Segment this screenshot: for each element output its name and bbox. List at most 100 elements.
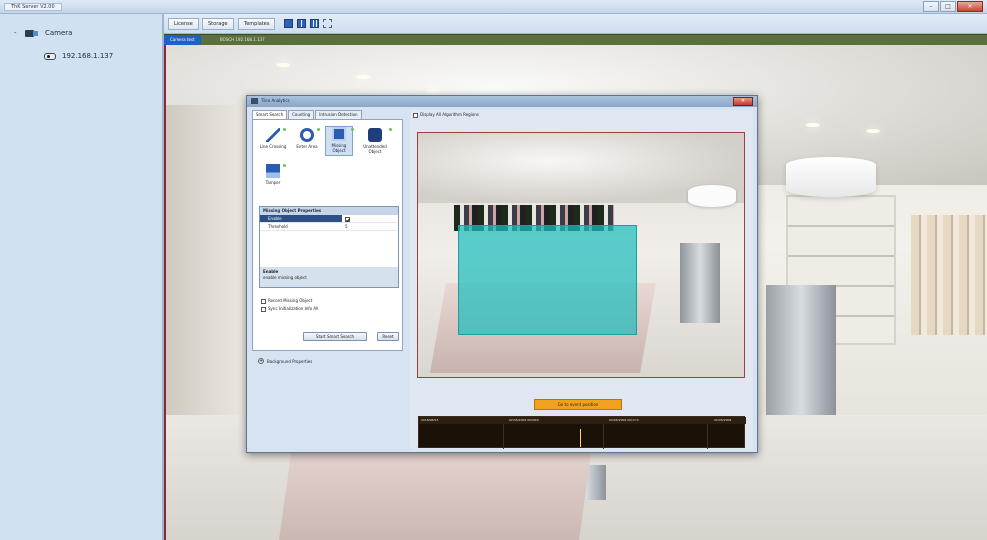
timeline-label: 02/05/2009 00/08/0 bbox=[509, 418, 539, 422]
function-line-crossing[interactable]: Line Crossing bbox=[259, 128, 287, 149]
tree-node-camera[interactable]: - Camera bbox=[14, 28, 72, 38]
maximize-button[interactable]: □ bbox=[940, 1, 956, 12]
function-tamper[interactable]: Tamper bbox=[259, 164, 287, 185]
ceiling-light-icon bbox=[866, 129, 880, 133]
function-unattended-object[interactable]: Unattended Object bbox=[361, 128, 389, 154]
minimize-button[interactable]: – bbox=[923, 1, 939, 12]
close-button[interactable]: ✕ bbox=[957, 1, 983, 12]
go-to-event-button[interactable]: Go to event position bbox=[534, 399, 622, 410]
timeline-bar[interactable]: 2018/08/23 02/05/2009 00/08/0 02/05/2009… bbox=[418, 416, 746, 449]
function-label: Unattended Object bbox=[363, 144, 387, 154]
timeline-tick bbox=[707, 424, 708, 449]
sync-label: Sync Initialization Info All bbox=[268, 306, 319, 311]
timeline-cursor[interactable] bbox=[580, 429, 581, 447]
display-all-option[interactable]: Display All Algorithm Regions bbox=[413, 112, 479, 118]
tab-intrusion-detection[interactable]: Intrusion Detection bbox=[315, 110, 362, 119]
timeline-tick bbox=[503, 424, 504, 449]
timeline-label: 02/05/2009 bbox=[714, 418, 732, 422]
video-wall bbox=[166, 105, 246, 425]
sync-option[interactable]: Sync Initialization Info All bbox=[261, 306, 318, 312]
function-label: Line Crossing bbox=[259, 144, 287, 149]
status-dot bbox=[389, 128, 392, 131]
background-properties-section[interactable]: + Background Properties bbox=[258, 358, 312, 364]
enter-area-icon bbox=[300, 128, 314, 142]
analytics-tabs: Smart Search Counting Intrusion Detectio… bbox=[252, 110, 363, 119]
timeline-tick bbox=[603, 424, 604, 449]
display-all-label: Display All Algorithm Regions bbox=[420, 112, 479, 117]
timeline-label: 02/05/2009 00/17:0 bbox=[609, 418, 639, 422]
function-label: Missing Object bbox=[331, 143, 347, 153]
threshold-value[interactable]: 5 bbox=[342, 223, 398, 230]
status-dot bbox=[283, 164, 286, 167]
tab-license[interactable]: License bbox=[168, 18, 199, 30]
window-title-bar: ThK Server V2.00 – □ ✕ bbox=[0, 0, 987, 14]
description-text: enable missing object bbox=[263, 275, 307, 280]
tree-node-camera-ip[interactable]: 192.168.1.137 bbox=[44, 52, 113, 60]
property-key: Enable bbox=[260, 215, 342, 222]
status-dot bbox=[283, 128, 286, 131]
layout-nine-icon[interactable] bbox=[310, 19, 319, 28]
window-controls: – □ ✕ bbox=[923, 1, 983, 12]
preview-pane: Display All Algorithm Regions Go to even… bbox=[410, 110, 753, 450]
ceiling-light-icon bbox=[356, 75, 370, 79]
tab-storage[interactable]: Storage bbox=[202, 18, 234, 30]
function-missing-object[interactable]: Missing Object bbox=[325, 126, 353, 156]
camera-preview[interactable] bbox=[417, 132, 745, 378]
smart-search-panel: Line Crossing Enter Area Missing Object … bbox=[252, 119, 403, 351]
start-smart-search-button[interactable]: Start Smart Search bbox=[303, 332, 367, 341]
layout-quad-icon[interactable] bbox=[297, 19, 306, 28]
analytics-dialog: Tilco Analytics ✕ Smart Search Counting … bbox=[246, 95, 758, 453]
tab-counting[interactable]: Counting bbox=[288, 110, 315, 119]
background-properties-label: Background Properties bbox=[267, 358, 313, 364]
unattended-object-icon bbox=[368, 128, 382, 142]
properties-grid: Missing Object Properties Enable Thresho… bbox=[259, 206, 399, 288]
property-key: Threshold bbox=[268, 224, 288, 229]
top-toolbar: License Storage Templates bbox=[164, 14, 987, 34]
property-description: Enable enable missing object bbox=[260, 267, 398, 287]
analytics-settings-pane: Smart Search Counting Intrusion Detectio… bbox=[252, 110, 405, 450]
timeline-label: 2018/08/23 bbox=[421, 418, 439, 422]
camera-icon bbox=[44, 52, 56, 60]
properties-header: Missing Object Properties bbox=[260, 207, 398, 215]
ceiling-light-icon bbox=[806, 123, 820, 127]
ceiling-light-icon bbox=[426, 89, 440, 93]
dialog-close-button[interactable]: ✕ bbox=[733, 97, 753, 106]
property-row-enable[interactable]: Enable bbox=[260, 215, 398, 223]
sync-checkbox[interactable] bbox=[261, 306, 266, 312]
function-label: Enter Area bbox=[296, 144, 318, 149]
timeline-labels: 2018/08/23 02/05/2009 00/08/0 02/05/2009… bbox=[419, 417, 746, 424]
channel-info: BOSCH 192.168.1.137 bbox=[220, 37, 265, 42]
collapse-icon[interactable]: - bbox=[14, 29, 19, 37]
property-row-threshold[interactable]: Threshold 5 bbox=[260, 223, 398, 231]
layout-single-icon[interactable] bbox=[284, 19, 293, 28]
camera-tree-panel: - Camera 192.168.1.137 bbox=[0, 14, 164, 540]
line-crossing-icon bbox=[266, 128, 280, 142]
dialog-title-bar[interactable]: Tilco Analytics ✕ bbox=[247, 96, 757, 107]
missing-object-icon bbox=[332, 127, 346, 141]
ceiling-light-icon bbox=[276, 63, 290, 67]
dialog-title: Tilco Analytics bbox=[261, 98, 290, 103]
reset-button[interactable]: Reset bbox=[377, 332, 399, 341]
preview-pillar bbox=[680, 243, 720, 323]
detection-region[interactable] bbox=[458, 225, 637, 335]
tab-smart-search[interactable]: Smart Search bbox=[252, 110, 288, 119]
camera-ip-label: 192.168.1.137 bbox=[62, 52, 114, 60]
video-clothes-rack bbox=[911, 215, 987, 335]
function-enter-area[interactable]: Enter Area bbox=[293, 128, 321, 149]
status-dot bbox=[317, 128, 320, 131]
display-all-checkbox[interactable] bbox=[413, 112, 418, 118]
pendant-lamp bbox=[786, 157, 876, 197]
tab-templates[interactable]: Templates bbox=[238, 18, 276, 30]
preview-lamp bbox=[688, 185, 736, 207]
status-dot bbox=[351, 128, 354, 131]
property-value[interactable] bbox=[342, 215, 398, 222]
tamper-icon bbox=[266, 164, 280, 178]
channel-label[interactable]: Camera test bbox=[164, 35, 201, 45]
record-checkbox[interactable] bbox=[261, 298, 266, 304]
fullscreen-icon[interactable] bbox=[323, 19, 332, 28]
camera-group-icon bbox=[25, 28, 39, 38]
record-option[interactable]: Record Missing Object bbox=[261, 298, 312, 304]
tree-node-label: Camera bbox=[45, 29, 73, 37]
enable-checkbox[interactable] bbox=[345, 216, 350, 222]
expand-plus-icon[interactable]: + bbox=[258, 358, 264, 364]
